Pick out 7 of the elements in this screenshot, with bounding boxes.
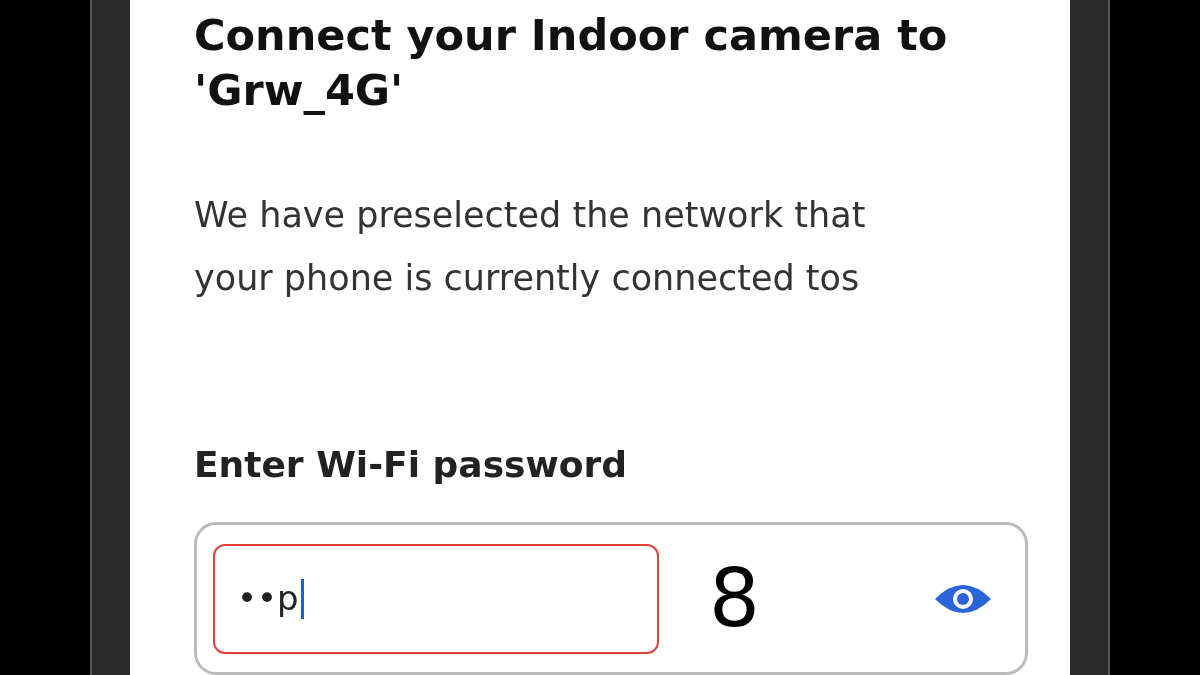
field-label: Enter Wi-Fi password <box>194 443 629 487</box>
password-value: ••p <box>237 577 299 620</box>
page-title: Connect your Indoor camera to 'Grw_4G' <box>194 9 949 117</box>
description-text: We have preselected the network that your phone is currently connected tos <box>194 194 867 300</box>
annotation-number: 8 <box>709 550 760 647</box>
text-cursor <box>300 578 304 619</box>
password-field[interactable]: ••p 8 <box>194 522 1028 675</box>
